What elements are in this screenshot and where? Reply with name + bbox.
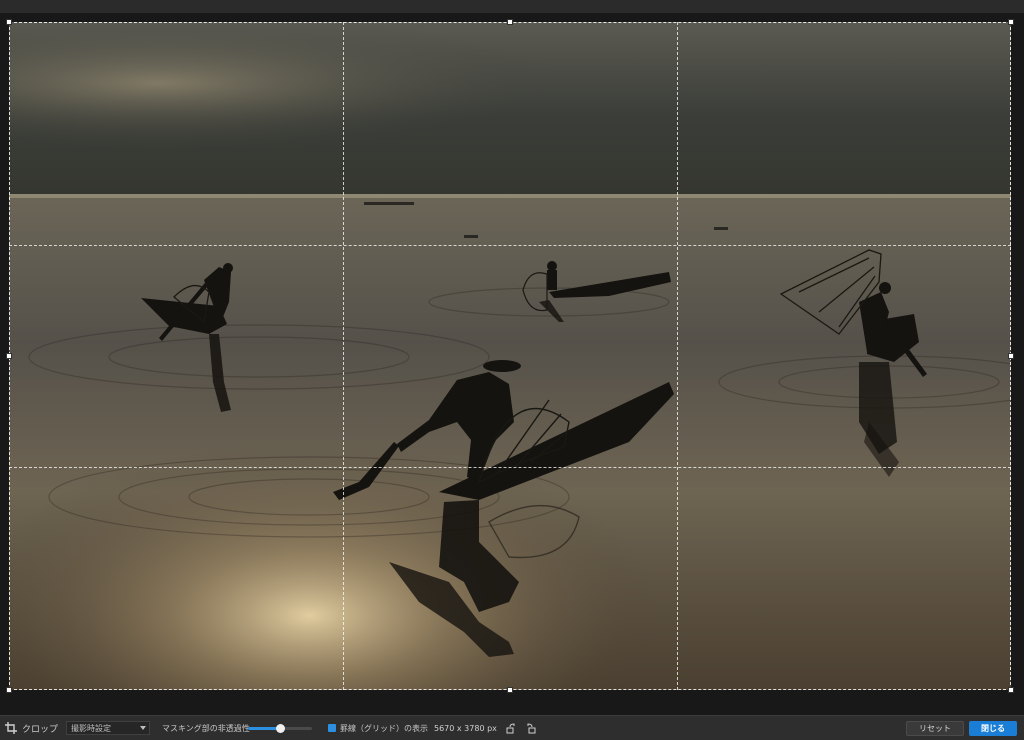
mask-opacity-slider[interactable]: [248, 724, 312, 733]
mask-opacity-label: マスキング部の非透過性: [162, 723, 250, 733]
crop-handle-left[interactable]: [6, 353, 12, 359]
crop-handle-bottom-left[interactable]: [6, 687, 12, 693]
rotate-right-button[interactable]: [524, 722, 537, 735]
rotate-left-button[interactable]: [505, 722, 518, 735]
crop-icon: [4, 716, 18, 740]
photo-canvas[interactable]: [9, 22, 1011, 690]
crop-handle-top-left[interactable]: [6, 19, 12, 25]
reset-button[interactable]: リセット: [906, 721, 964, 736]
rotate-right-icon: [527, 723, 536, 734]
grid-checkbox[interactable]: [328, 724, 336, 732]
crop-toolbar: クロップ 撮影時設定 マスキング部の非透過性 罫線（グリッド）の表示 5670 …: [0, 715, 1024, 740]
mask-opacity-slider-thumb[interactable]: [276, 724, 285, 733]
crop-handle-bottom-right[interactable]: [1008, 687, 1014, 693]
aspect-ratio-value: 撮影時設定: [71, 723, 111, 733]
crop-handle-top[interactable]: [507, 19, 513, 25]
close-button[interactable]: 閉じる: [969, 721, 1017, 736]
crop-handle-bottom[interactable]: [507, 687, 513, 693]
rotate-left-icon: [506, 723, 515, 734]
crop-handle-right[interactable]: [1008, 353, 1014, 359]
chevron-down-icon: [140, 726, 146, 730]
image-size: 5670 x 3780 px: [434, 723, 497, 733]
aspect-ratio-select[interactable]: 撮影時設定: [66, 721, 150, 735]
lake-fishermen-photo: [9, 22, 1011, 690]
window-top-bar: [0, 0, 1024, 13]
grid-display-label: 罫線（グリッド）の表示: [340, 723, 428, 733]
crop-label: クロップ: [22, 724, 59, 735]
crop-handle-top-right[interactable]: [1008, 19, 1014, 25]
